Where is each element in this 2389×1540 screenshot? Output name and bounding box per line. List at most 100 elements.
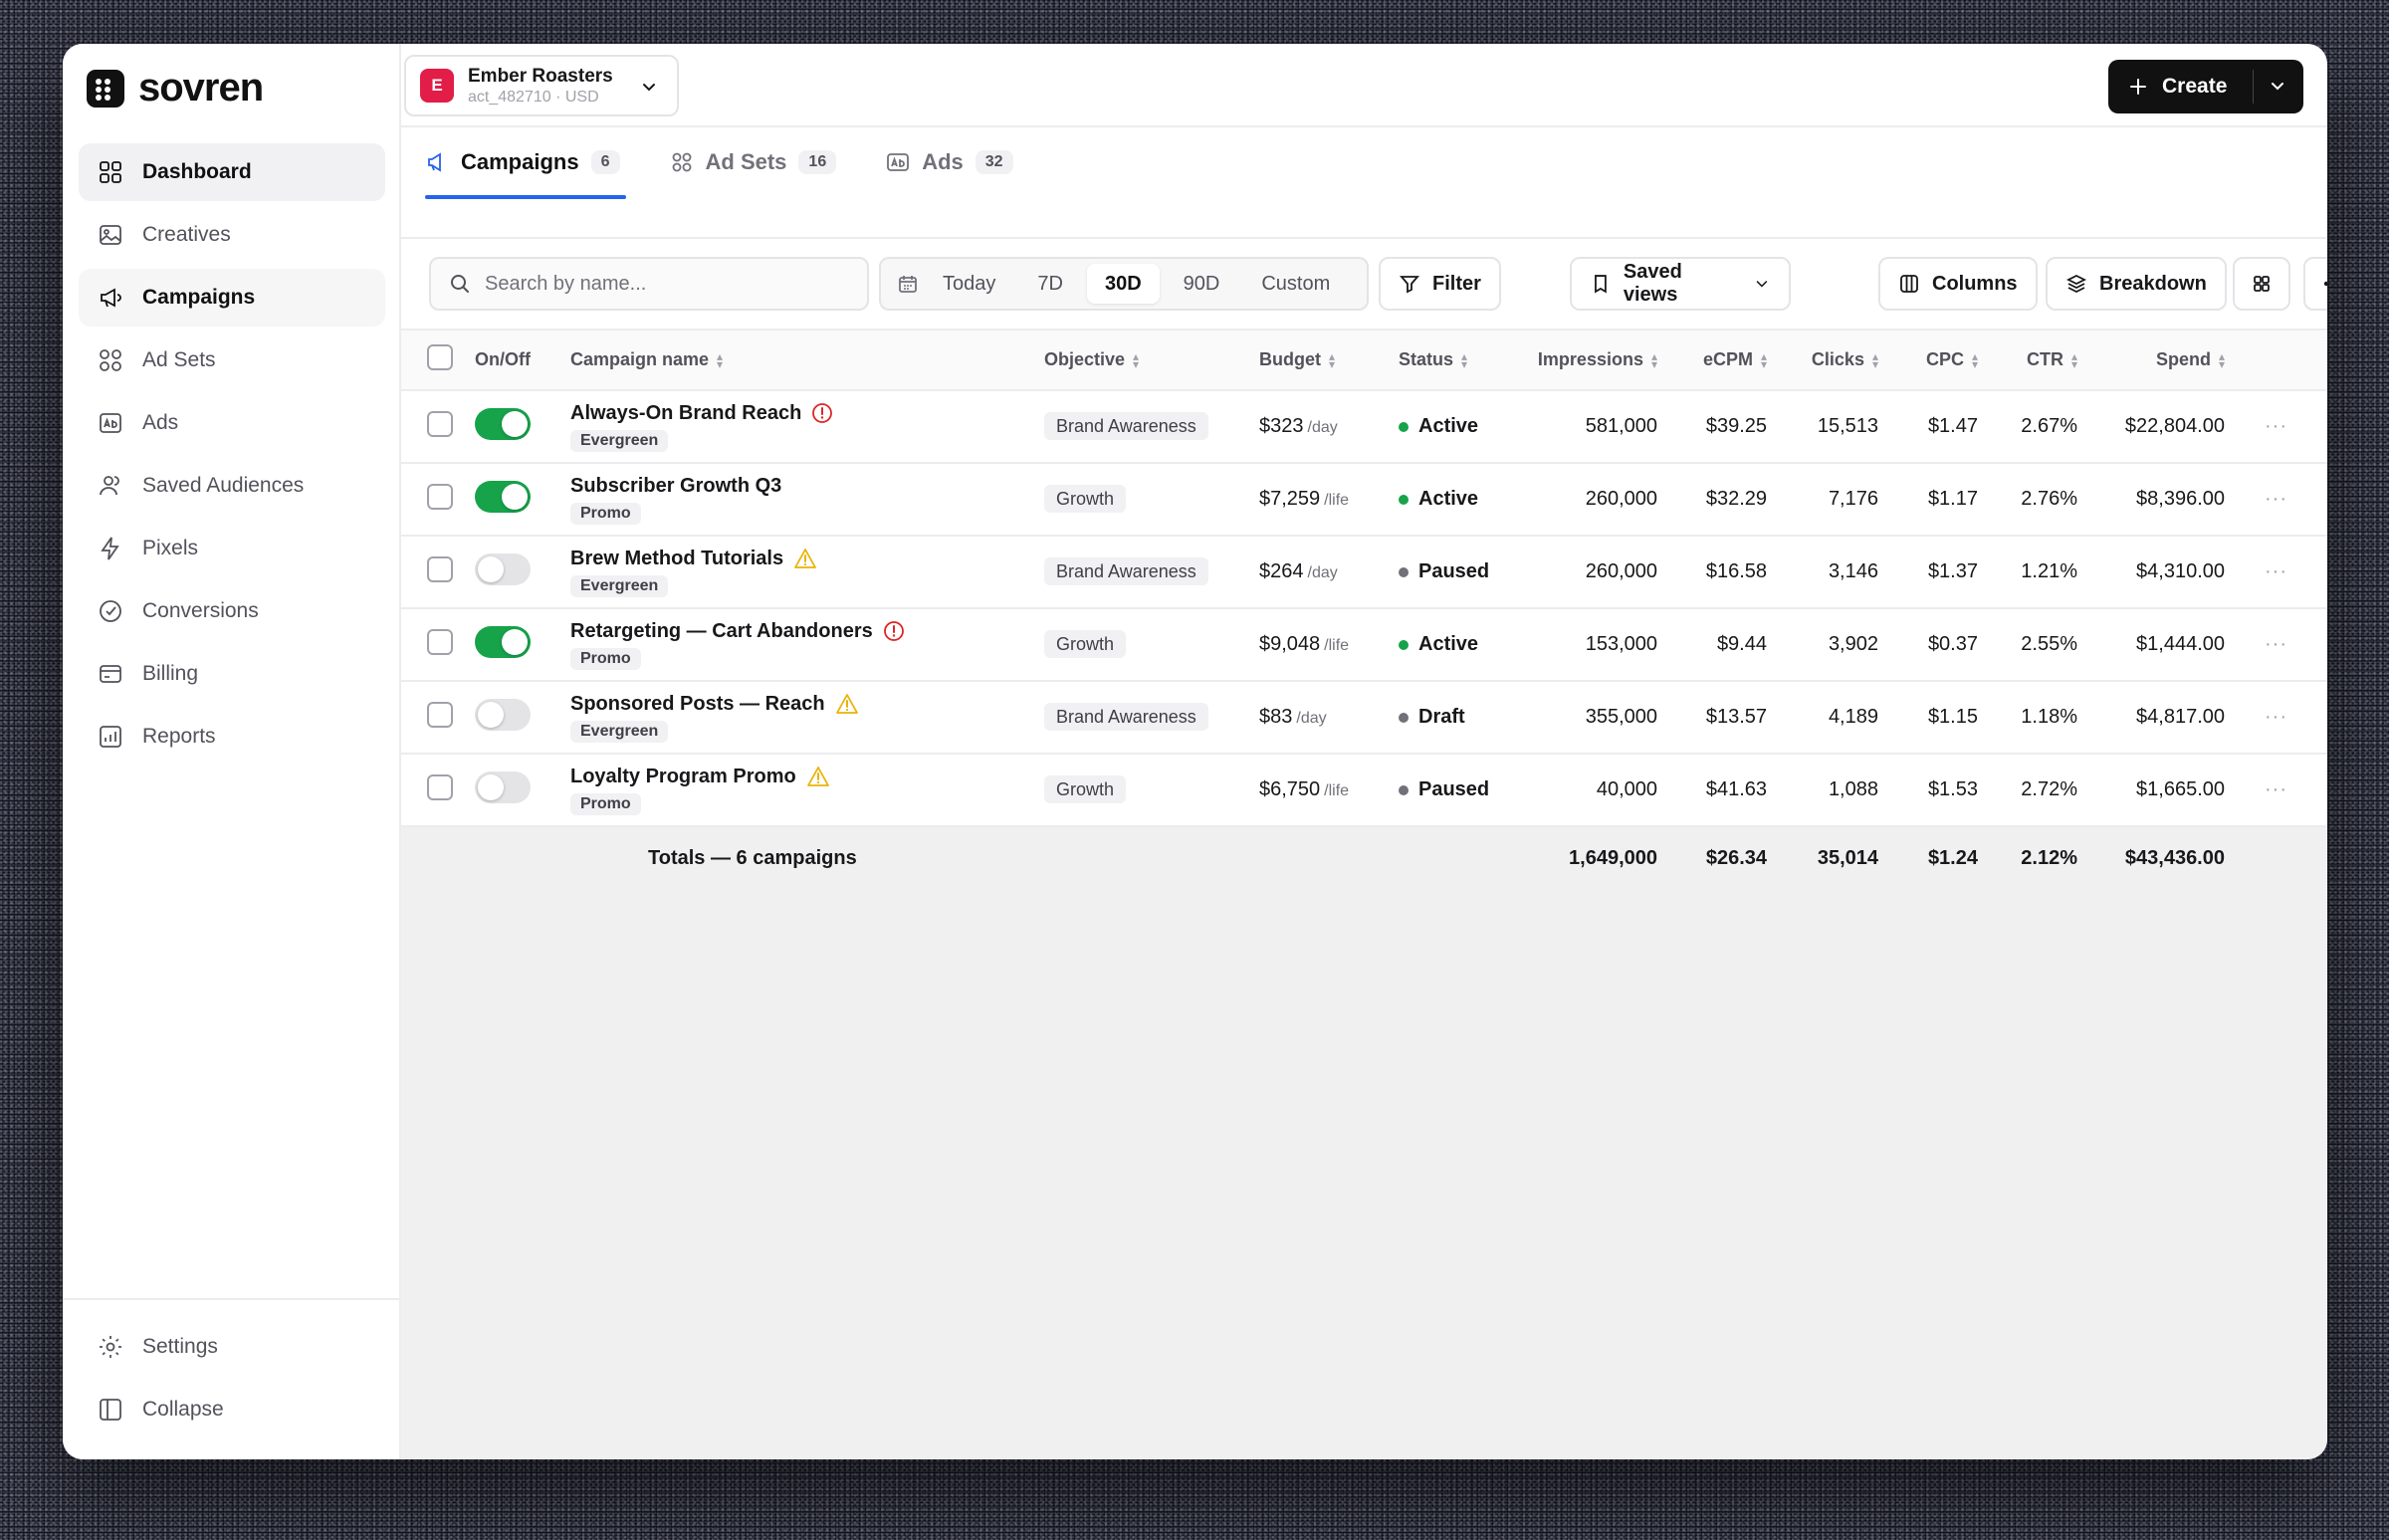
row-actions-icon[interactable]: ··· (2225, 463, 2327, 537)
sidebar-item-ad-sets[interactable]: Ad Sets (79, 331, 385, 389)
chevron-down-icon[interactable] (2268, 76, 2287, 96)
campaign-toggle[interactable] (475, 698, 531, 731)
campaign-name[interactable]: Always-On Brand Reach (570, 402, 1044, 425)
col-budget[interactable]: Budget ▴ ▾ (1259, 330, 1399, 391)
table-row[interactable]: Brew Method Tutorials Evergreen Brand Awar… (401, 536, 2327, 609)
row-actions-icon[interactable]: ··· (2225, 681, 2327, 755)
campaign-name[interactable]: Brew Method Tutorials (570, 548, 1044, 570)
col-spend[interactable]: Spend ▴ ▾ (2077, 330, 2225, 391)
warning-icon[interactable] (793, 548, 817, 569)
col-spend-label: Spend (2155, 349, 2211, 369)
range-7d[interactable]: 7D (1019, 264, 1081, 304)
campaign-toggle[interactable] (475, 407, 531, 440)
cpc-cell: $1.53 (1878, 754, 1978, 827)
col-impressions[interactable]: Impressions ▴ ▾ (1508, 330, 1657, 391)
row-actions-icon[interactable]: ··· (2225, 536, 2327, 609)
tab-ads[interactable]: Ads 32 (886, 127, 1018, 197)
campaign-name[interactable]: Retargeting — Cart Abandoners (570, 620, 1044, 643)
account-switcher[interactable]: E Ember Roasters act_482710 · USD (404, 55, 679, 116)
row-actions-icon[interactable]: ··· (2225, 390, 2327, 464)
cpc-cell: $0.37 (1878, 608, 1978, 682)
breakdown-button[interactable]: Breakdown (2046, 257, 2227, 311)
search-input[interactable] (485, 272, 843, 296)
col-cpc-label: CPC (1925, 349, 1964, 369)
more-options-button[interactable] (2303, 257, 2327, 311)
tab-campaigns[interactable]: Campaigns 6 (425, 127, 626, 199)
objective-badge: Growth (1044, 485, 1127, 513)
col-campaign-name[interactable]: Campaign name ▴ ▾ (570, 330, 1044, 391)
col-impressions-label: Impressions (1537, 349, 1643, 369)
error-icon[interactable] (811, 402, 833, 424)
grid-icon (97, 346, 124, 374)
layout-toggle-button[interactable] (2233, 257, 2290, 311)
calendar-icon[interactable] (897, 273, 919, 295)
search-box[interactable] (429, 257, 869, 311)
row-checkbox[interactable] (427, 410, 453, 437)
campaign-name[interactable]: Loyalty Program Promo (570, 766, 1044, 788)
col-ctr[interactable]: CTR ▴ ▾ (1978, 330, 2077, 391)
sort-icon: ▴ ▾ (2070, 349, 2077, 372)
columns-button[interactable]: Columns (1878, 257, 2038, 311)
table-row[interactable]: Always-On Brand Reach Evergreen Brand Awar… (401, 390, 2327, 464)
row-actions-icon[interactable]: ··· (2225, 754, 2327, 827)
sidebar-item-creatives[interactable]: Creatives (79, 206, 385, 264)
saved-views-button[interactable]: Saved views (1570, 257, 1791, 311)
warning-icon[interactable] (835, 693, 859, 715)
nav-label: Pixels (142, 537, 199, 559)
campaign-toggle[interactable] (475, 625, 531, 658)
col-ecpm[interactable]: eCPM ▴ ▾ (1657, 330, 1767, 391)
range-30d[interactable]: 30D (1086, 264, 1160, 304)
row-checkbox[interactable] (427, 773, 453, 800)
columns-icon (1900, 275, 1918, 293)
sidebar-item-billing[interactable]: Billing (79, 645, 385, 703)
col-cpc[interactable]: CPC ▴ ▾ (1878, 330, 1978, 391)
range-90d[interactable]: 90D (1166, 264, 1238, 304)
filter-button[interactable]: Filter (1379, 257, 1501, 311)
row-checkbox[interactable] (427, 555, 453, 582)
col-status[interactable]: Status ▴ ▾ (1399, 330, 1508, 391)
select-all-checkbox[interactable] (427, 344, 453, 370)
sidebar-item-settings[interactable]: Settings (79, 1318, 385, 1376)
tab-ad-sets[interactable]: Ad Sets 16 (670, 127, 843, 197)
row-actions-icon[interactable]: ··· (2225, 608, 2327, 682)
table-row[interactable]: Retargeting — Cart Abandoners Promo Growth… (401, 608, 2327, 682)
report-icon (97, 723, 124, 751)
warning-icon[interactable] (806, 766, 830, 787)
sidebar-item-collapse[interactable]: Collapse (79, 1381, 385, 1438)
row-checkbox[interactable] (427, 701, 453, 728)
range-today[interactable]: Today (925, 264, 1013, 304)
impressions-cell: 260,000 (1508, 536, 1657, 609)
table-row[interactable]: Sponsored Posts — Reach Evergreen Brand Aw… (401, 681, 2327, 755)
totals-row: Totals — 6 campaigns 1,649,000 $26.34 35… (401, 826, 2327, 890)
row-checkbox[interactable] (427, 483, 453, 510)
campaign-toggle[interactable] (475, 480, 531, 513)
col-clicks[interactable]: Clicks ▴ ▾ (1767, 330, 1878, 391)
campaigns-table: On/Off Campaign name ▴ ▾ Objective ▴ ▾ Budge… (401, 330, 2327, 890)
table-row[interactable]: Subscriber Growth Q3 Promo Growth $7,259/li… (401, 463, 2327, 537)
campaign-toggle[interactable] (475, 552, 531, 585)
nav-label: Ad Sets (142, 348, 216, 371)
logo[interactable]: sovren (87, 66, 264, 110)
card-icon (97, 660, 124, 688)
tab-label: Campaigns (461, 149, 579, 174)
create-button[interactable]: Create (2108, 60, 2303, 113)
campaign-toggle[interactable] (475, 770, 531, 803)
table-row[interactable]: Loyalty Program Promo Promo Growth $6,750/l… (401, 754, 2327, 827)
col-objective-label: Objective (1044, 349, 1126, 369)
campaign-name[interactable]: Sponsored Posts — Reach (570, 693, 1044, 716)
budget-cell: $264/day (1259, 536, 1399, 609)
row-checkbox[interactable] (427, 628, 453, 655)
bookmark-icon (1595, 275, 1607, 294)
budget-cell: $6,750/life (1259, 754, 1399, 827)
sidebar-item-saved-audiences[interactable]: Saved Audiences (79, 457, 385, 515)
sidebar-item-campaigns[interactable]: Campaigns (79, 269, 385, 327)
sidebar-item-conversions[interactable]: Conversions (79, 582, 385, 640)
sidebar-item-pixels[interactable]: Pixels (79, 520, 385, 577)
campaign-name[interactable]: Subscriber Growth Q3 (570, 475, 1044, 498)
sidebar-item-reports[interactable]: Reports (79, 708, 385, 766)
sidebar-item-ads[interactable]: Ads (79, 394, 385, 452)
col-objective[interactable]: Objective ▴ ▾ (1044, 330, 1259, 391)
error-icon[interactable] (883, 620, 905, 642)
sidebar-item-dashboard[interactable]: Dashboard (79, 143, 385, 201)
range-custom[interactable]: Custom (1243, 264, 1348, 304)
